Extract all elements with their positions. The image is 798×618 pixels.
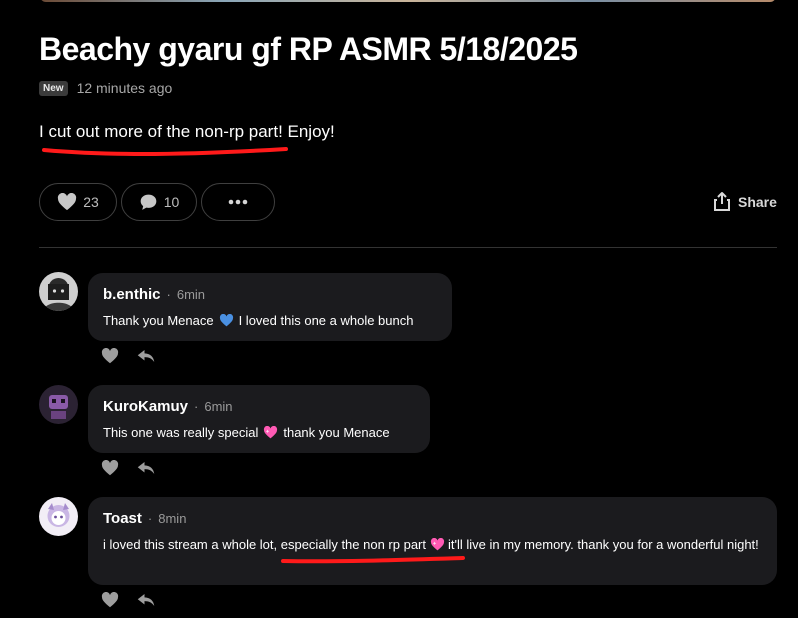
avatar[interactable] [39, 272, 78, 311]
comment-text: i loved this stream a whole lot, especia… [103, 534, 762, 557]
like-icon[interactable] [101, 348, 119, 364]
comment-username[interactable]: KuroKamuy [103, 398, 188, 415]
comment-bubble: b.enthic · 6min Thank you Menace I loved … [88, 273, 452, 341]
like-count: 23 [83, 194, 99, 210]
separator-dot: · [194, 399, 199, 414]
comment-actions [101, 348, 155, 364]
post-header-image [40, 0, 776, 2]
separator-dot: · [147, 511, 153, 526]
comment-time: 6min [204, 399, 233, 414]
like-icon[interactable] [101, 460, 119, 476]
more-icon [228, 199, 248, 205]
comment-bubble: Toast · 8min i loved this stream a whole… [88, 497, 777, 585]
comment-text-part: Thank you Menace [103, 313, 214, 328]
post-body: I cut out more of the non-rp part! Enjoy… [39, 122, 335, 141]
share-label: Share [738, 193, 777, 210]
post-title: Beachy gyaru gf RP ASMR 5/18/2025 [39, 31, 578, 67]
more-options-button[interactable] [201, 183, 275, 221]
sparkling-heart-icon [430, 536, 445, 557]
comment-text-part: This one was really special [103, 425, 259, 440]
new-badge: New [39, 80, 68, 96]
blue-heart-icon [219, 312, 234, 333]
heart-icon [58, 193, 77, 211]
comment-time: 8min [158, 511, 187, 526]
comment-text-part: i loved this stream a whole lot, especia… [103, 537, 427, 552]
avatar[interactable] [39, 385, 78, 424]
comment-text: This one was really special thank you Men… [103, 422, 415, 445]
divider [39, 247, 777, 248]
comment-bubble: KuroKamuy · 6min This one was really spe… [88, 385, 430, 453]
share-icon [714, 192, 730, 211]
post-meta: New 12 minutes ago [39, 80, 172, 96]
post-timestamp: 12 minutes ago [76, 80, 173, 96]
comment-text-part: I loved this one a whole bunch [238, 313, 414, 328]
sparkling-heart-icon [263, 424, 278, 445]
share-button[interactable]: Share [713, 191, 777, 212]
comment-text: Thank you Menace I loved this one a whole… [103, 310, 437, 333]
reply-icon[interactable] [137, 592, 155, 608]
comment-text-part: thank you Menace [283, 425, 390, 440]
comment-button[interactable]: 10 [121, 183, 197, 221]
comment-text-part: it'll live in my memory. thank you for a… [448, 537, 759, 552]
comment-actions [101, 592, 155, 608]
comment-time: 6min [176, 287, 206, 302]
comment-actions [101, 460, 155, 476]
reply-icon[interactable] [137, 460, 155, 476]
like-icon[interactable] [101, 592, 119, 608]
comment-count: 10 [163, 194, 180, 210]
comment-username[interactable]: b.enthic [103, 286, 161, 303]
separator-dot: · [166, 287, 171, 302]
comment-username[interactable]: Toast [103, 510, 142, 527]
comment-icon [140, 194, 157, 210]
red-underline-annotation [42, 147, 288, 156]
like-button[interactable]: 23 [39, 183, 117, 221]
avatar[interactable] [39, 497, 78, 536]
reply-icon[interactable] [137, 348, 155, 364]
